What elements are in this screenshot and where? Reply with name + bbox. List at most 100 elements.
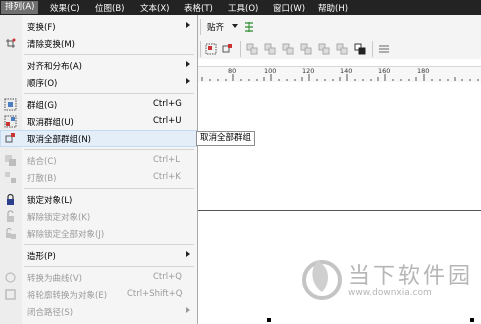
ruler-label: 180 xyxy=(417,67,430,75)
menu-item-label: 锁定对象(L) xyxy=(27,196,73,206)
arrange-dropdown-menu: 变换(F) 清除变换(M) 对齐和分布(A) 顺序(O) 群组(G) Ctrl+… xyxy=(0,15,198,324)
ruler-label: 100 xyxy=(264,67,277,75)
ruler-label: 160 xyxy=(378,67,391,75)
menu-item-label: 解除锁定全部对象(J) xyxy=(27,230,105,240)
front-minus-back-icon[interactable] xyxy=(336,43,348,55)
submenu-arrow-icon xyxy=(186,22,190,28)
menu-item-label: 将轮廓转换为对象(E) xyxy=(27,291,108,301)
horizontal-ruler[interactable]: 80 100 120 140 160 180 xyxy=(198,66,481,83)
submenu-arrow-icon xyxy=(186,307,190,313)
ungroup-all-icon xyxy=(5,133,15,143)
menu-item-unlock-object[interactable]: 解除锁定对象(K) xyxy=(0,208,197,225)
menu-item-convert-to-curves[interactable]: 转换为曲线(V) Ctrl+Q xyxy=(0,269,197,286)
watermark-title: 当下软件园 xyxy=(348,264,474,289)
menu-item-order[interactable]: 顺序(O) xyxy=(0,74,197,91)
menu-item-convert-outline-to-object[interactable]: 将轮廓转换为对象(E) Ctrl+Shift+Q xyxy=(0,286,197,303)
menu-divider xyxy=(24,149,194,150)
menu-item-label: 顺序(O) xyxy=(27,79,58,89)
group-icon xyxy=(4,98,17,111)
menu-item-clear-transform[interactable]: 清除变换(M) xyxy=(0,35,197,52)
menu-item-ungroup-all[interactable]: 取消全部群组(N) xyxy=(0,130,197,147)
menu-item-align-distribute[interactable]: 对齐和分布(A) xyxy=(0,57,197,74)
menu-item-label: 闭合路径(S) xyxy=(27,308,74,318)
toolbar-divider xyxy=(372,41,373,57)
menu-item-label: 群组(G) xyxy=(27,101,58,111)
submenu-arrow-icon xyxy=(186,61,190,67)
menu-item-unlock-all-objects[interactable]: 解除锁定全部对象(J) xyxy=(0,225,197,242)
menubar-item-text[interactable]: 文本(X) xyxy=(140,2,169,14)
submenu-arrow-icon xyxy=(186,251,190,257)
selection-handle[interactable] xyxy=(470,318,474,322)
toolbar-divider xyxy=(200,41,201,57)
combine-icon xyxy=(5,155,16,166)
menu-item-group[interactable]: 群组(G) Ctrl+G xyxy=(0,96,197,113)
chevron-down-icon[interactable] xyxy=(232,24,238,28)
menu-item-break-apart[interactable]: 打散(B) Ctrl+K xyxy=(0,169,197,186)
menu-item-ungroup[interactable]: 取消群组(U) Ctrl+U xyxy=(0,113,197,130)
menu-item-label: 变换(F) xyxy=(27,23,56,33)
back-minus-front-icon[interactable] xyxy=(354,43,366,55)
menu-bar: 排列(A) 效果(C) 位图(B) 文本(X) 表格(T) 工具(O) 窗口(W… xyxy=(0,0,481,15)
unlock-all-icon xyxy=(6,228,16,239)
weld-icon[interactable] xyxy=(264,43,276,55)
menu-item-label: 取消群组(U) xyxy=(27,118,74,128)
lock-icon xyxy=(7,193,14,205)
menu-divider xyxy=(24,188,194,189)
group-icon[interactable] xyxy=(205,43,217,55)
menu-item-label: 打散(B) xyxy=(27,174,57,184)
menubar-item-help[interactable]: 帮助(H) xyxy=(318,2,348,14)
break-apart-icon xyxy=(5,172,16,183)
boundary-icon[interactable] xyxy=(378,43,390,55)
toolbar-divider xyxy=(240,41,241,57)
menu-divider xyxy=(24,54,194,55)
menu-item-shortcut: Ctrl+G xyxy=(153,99,182,109)
menu-item-label: 解除锁定对象(K) xyxy=(27,213,91,223)
menu-item-label: 转换为曲线(V) xyxy=(27,274,82,284)
menu-item-combine[interactable]: 结合(C) Ctrl+L xyxy=(0,152,197,169)
menu-item-shaping[interactable]: 造形(P) xyxy=(0,247,197,264)
menubar-item-effects[interactable]: 效果(C) xyxy=(50,2,80,14)
menu-item-label: 取消全部群组(N) xyxy=(27,135,91,145)
menu-item-transform[interactable]: 变换(F) xyxy=(0,18,197,35)
menubar-item-bitmaps[interactable]: 位图(B) xyxy=(95,2,124,14)
combine-icon[interactable] xyxy=(246,43,258,55)
menu-item-shortcut: Ctrl+U xyxy=(153,116,182,126)
menu-divider xyxy=(24,266,194,267)
menu-divider xyxy=(24,93,194,94)
clear-transform-icon xyxy=(6,38,16,48)
tooltip: 取消全部群组 xyxy=(196,131,256,146)
menu-item-shortcut: Ctrl+K xyxy=(153,172,181,182)
outline-to-object-icon xyxy=(5,289,16,300)
snap-label[interactable]: 贴齐 xyxy=(207,21,224,33)
watermark-logo-icon xyxy=(302,260,342,300)
page-border xyxy=(198,210,481,211)
simplify-icon[interactable] xyxy=(318,43,330,55)
property-bar: 贴齐 xyxy=(198,15,481,59)
ungroup-icon[interactable] xyxy=(222,43,234,55)
ungroup-icon xyxy=(4,115,17,128)
menubar-item-tools[interactable]: 工具(O) xyxy=(228,2,258,14)
ruler-label: 80 xyxy=(228,67,237,75)
menu-item-label: 清除变换(M) xyxy=(27,40,75,50)
watermark-url: www.downxia.com xyxy=(348,288,432,298)
menu-item-close-path[interactable]: 闭合路径(S) xyxy=(0,303,197,320)
snap-settings-icon[interactable] xyxy=(243,21,255,33)
menu-item-shortcut: Ctrl+L xyxy=(153,155,180,165)
menubar-item-table[interactable]: 表格(T) xyxy=(184,2,213,14)
trim-icon[interactable] xyxy=(282,43,294,55)
unlock-icon xyxy=(7,210,14,222)
menubar-item-arrange[interactable]: 排列(A) xyxy=(1,1,39,14)
menu-item-label: 造形(P) xyxy=(27,252,56,262)
intersect-icon[interactable] xyxy=(300,43,312,55)
menu-item-label: 对齐和分布(A) xyxy=(27,62,82,72)
watermark: 当下软件园 www.downxia.com xyxy=(298,250,481,310)
menu-item-label: 结合(C) xyxy=(27,157,57,167)
menu-divider xyxy=(24,244,194,245)
menu-item-shortcut: Ctrl+Shift+Q xyxy=(127,289,183,299)
menubar-item-window[interactable]: 窗口(W) xyxy=(273,2,305,14)
submenu-arrow-icon xyxy=(186,78,190,84)
menu-item-lock-object[interactable]: 锁定对象(L) xyxy=(0,191,197,208)
selection-handle[interactable] xyxy=(267,318,271,322)
ruler-label: 140 xyxy=(340,67,353,75)
menu-item-shortcut: Ctrl+Q xyxy=(153,272,182,282)
